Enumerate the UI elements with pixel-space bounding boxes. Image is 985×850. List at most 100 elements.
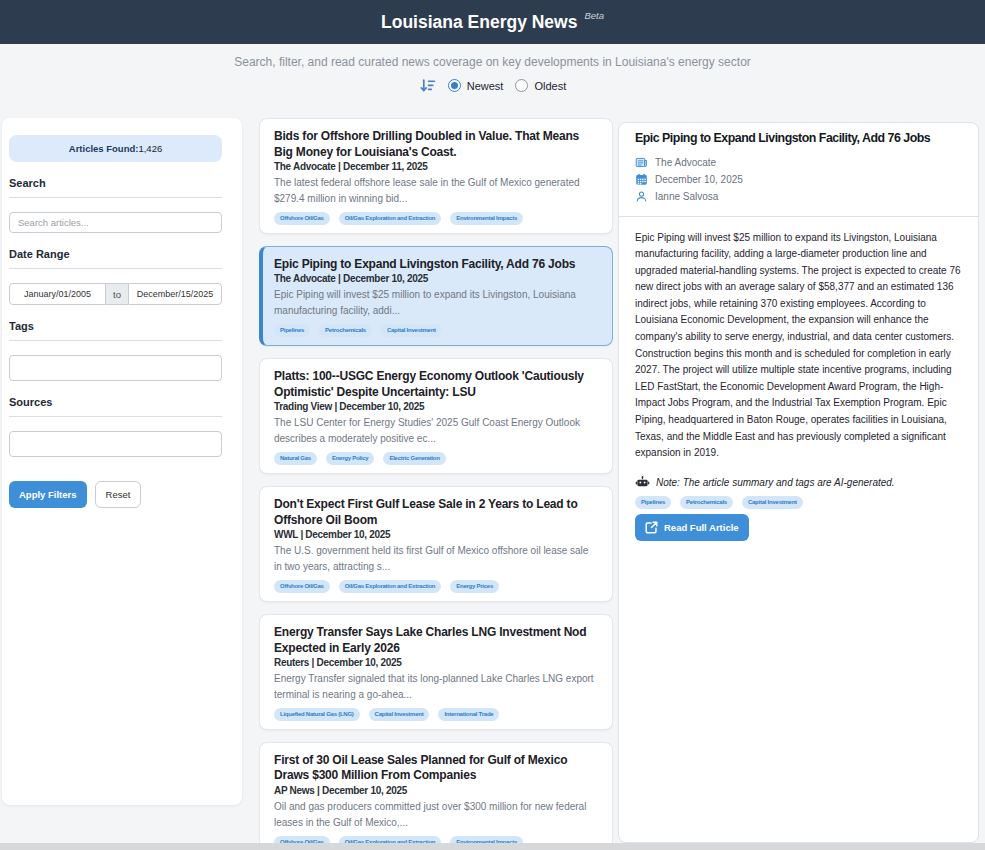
robot-icon: [635, 475, 650, 490]
article-tag: Oil/Gas Exploration and Extraction: [339, 580, 442, 593]
sort-descending-icon: [419, 77, 436, 94]
article-summary: The U.S. government held its first Gulf …: [274, 543, 598, 575]
divider: [9, 268, 222, 269]
detail-tag: Pipelines: [635, 496, 671, 509]
article-detail: Epic Piping to Expand Livingston Facilit…: [618, 122, 979, 843]
date-range-group: to: [9, 283, 222, 305]
ai-note: Note: The article summary and tags are A…: [635, 475, 962, 490]
filters-sidebar: Articles Found:1,426 Search Date Range t…: [2, 118, 242, 805]
article-tag: Natural Gas: [274, 452, 317, 465]
article-tag: Electric Generation: [383, 452, 445, 465]
sort-oldest-label: Oldest: [534, 80, 566, 92]
article-title: Bids for Offshore Drilling Doubled in Va…: [274, 129, 598, 160]
article-tag: International Trade: [438, 708, 499, 721]
date-range-heading: Date Range: [9, 248, 222, 260]
articles-found-count: 1,426: [138, 143, 162, 154]
article-list: Bids for Offshore Drilling Doubled in Va…: [259, 118, 613, 850]
app-subtitle: Search, filter, and read curated news co…: [0, 55, 985, 69]
article-tag: Environmental Impacts: [450, 212, 523, 225]
detail-author-row: Ianne Salvosa: [635, 190, 962, 203]
read-full-article-button[interactable]: Read Full Article: [635, 514, 749, 541]
article-tag: Energy Prices: [450, 580, 499, 593]
article-title: Energy Transfer Says Lake Charles LNG In…: [274, 625, 598, 656]
article-summary: Energy Transfer signaled that its long-p…: [274, 671, 598, 703]
article-tag: Petrochemicals: [319, 324, 372, 337]
detail-date-row: December 10, 2025: [635, 173, 962, 186]
article-source-line: Trading View | December 10, 2025: [274, 400, 598, 413]
articles-found-label: Articles Found:: [69, 143, 139, 154]
article-source-line: WWL | December 10, 2025: [274, 528, 598, 541]
detail-body: Epic Piping will invest $25 million to e…: [635, 230, 962, 462]
article-card[interactable]: Don't Expect First Gulf Lease Sale in 2 …: [259, 486, 613, 602]
sources-heading: Sources: [9, 396, 222, 408]
articles-found-badge: Articles Found:1,426: [9, 135, 222, 162]
detail-source: The Advocate: [655, 157, 716, 168]
date-to-label: to: [106, 283, 128, 305]
article-title: Epic Piping to Expand Livingston Facilit…: [274, 257, 598, 273]
article-tags: Liquefied Natural Gas (LNG) Capital Inves…: [274, 708, 598, 721]
article-tags: Pipelines Petrochemicals Capital Investmen…: [274, 324, 598, 337]
detail-tags: Pipelines Petrochemicals Capital Investmen…: [635, 496, 962, 509]
article-source-line: AP News | December 10, 2025: [274, 784, 598, 797]
radio-newest-icon[interactable]: [448, 79, 461, 92]
detail-tag: Petrochemicals: [680, 496, 733, 509]
newspaper-icon: [635, 156, 648, 169]
article-card[interactable]: Epic Piping to Expand Livingston Facilit…: [259, 246, 613, 346]
app-title: Louisiana Energy News: [381, 12, 577, 33]
detail-tag: Capital Investment: [742, 496, 803, 509]
article-tag: Oil/Gas Exploration and Extraction: [339, 212, 442, 225]
detail-source-row: The Advocate: [635, 156, 962, 169]
article-source-line: The Advocate | December 10, 2025: [274, 272, 598, 285]
external-link-icon: [645, 521, 658, 534]
article-title: Don't Expect First Gulf Lease Sale in 2 …: [274, 497, 598, 528]
window-bottom-edge: [0, 843, 985, 850]
article-tag: Pipelines: [274, 324, 310, 337]
app-header: Louisiana Energy News Beta: [0, 0, 985, 44]
article-summary: The LSU Center for Energy Studies' 2025 …: [274, 415, 598, 447]
article-tag: Offshore Oil/Gas: [274, 212, 330, 225]
read-full-article-label: Read Full Article: [664, 522, 739, 533]
divider: [9, 416, 222, 417]
article-card[interactable]: First of 30 Oil Lease Sales Planned for …: [259, 742, 613, 850]
date-to-input[interactable]: [128, 283, 222, 305]
detail-author: Ianne Salvosa: [655, 191, 718, 202]
person-icon: [635, 190, 648, 203]
article-summary: Epic Piping will invest $25 million to e…: [274, 287, 598, 319]
article-card[interactable]: Platts: 100--USGC Energy Economy Outlook…: [259, 358, 613, 474]
article-card[interactable]: Bids for Offshore Drilling Doubled in Va…: [259, 118, 613, 234]
article-tag: Liquefied Natural Gas (LNG): [274, 708, 360, 721]
article-title: Platts: 100--USGC Energy Economy Outlook…: [274, 369, 598, 400]
article-summary: The latest federal offshore lease sale i…: [274, 175, 598, 207]
divider: [619, 216, 978, 217]
sort-oldest-option[interactable]: Oldest: [515, 79, 566, 92]
search-heading: Search: [9, 177, 222, 189]
article-tag: Offshore Oil/Gas: [274, 580, 330, 593]
divider: [9, 197, 222, 198]
sort-newest-label: Newest: [467, 80, 504, 92]
detail-title: Epic Piping to Expand Livingston Facilit…: [635, 131, 962, 147]
tags-heading: Tags: [9, 320, 222, 332]
calendar-icon: [635, 173, 648, 186]
beta-badge: Beta: [584, 10, 604, 21]
article-tags: Natural GasEnergy PolicyElectric Generat…: [274, 452, 598, 465]
sources-input[interactable]: [9, 431, 222, 457]
article-tag: Capital Investment: [369, 708, 430, 721]
search-input[interactable]: [9, 212, 222, 233]
divider: [9, 340, 222, 341]
article-title: First of 30 Oil Lease Sales Planned for …: [274, 753, 598, 784]
reset-button[interactable]: Reset: [95, 481, 142, 508]
sort-bar: Newest Oldest: [0, 77, 985, 94]
detail-date: December 10, 2025: [655, 174, 743, 185]
tags-input[interactable]: [9, 355, 222, 381]
article-tag: Capital Investment: [381, 324, 442, 337]
radio-oldest-icon[interactable]: [515, 79, 528, 92]
article-card[interactable]: Energy Transfer Says Lake Charles LNG In…: [259, 614, 613, 730]
ai-note-text: Note: The article summary and tags are A…: [656, 477, 895, 488]
article-source-line: The Advocate | December 11, 2025: [274, 160, 598, 173]
article-tags: Offshore Oil/Gas Oil/Gas Exploration and …: [274, 580, 598, 593]
sort-newest-option[interactable]: Newest: [448, 79, 504, 92]
apply-filters-button[interactable]: Apply Filters: [9, 481, 87, 508]
date-from-input[interactable]: [9, 283, 106, 305]
article-source-line: Reuters | December 10, 2025: [274, 656, 598, 669]
article-tags: Offshore Oil/Gas Oil/Gas Exploration and …: [274, 212, 598, 225]
